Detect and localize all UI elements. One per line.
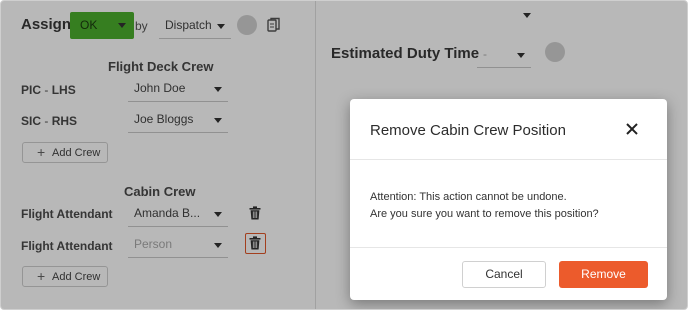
app-frame: Assign OK by Dispatch Estimated Duty Tim… bbox=[0, 0, 688, 310]
dialog-warning-line: Attention: This action cannot be undone. bbox=[370, 191, 567, 203]
dialog-divider bbox=[350, 247, 667, 248]
cancel-button[interactable]: Cancel bbox=[462, 261, 546, 288]
dialog-divider bbox=[350, 159, 667, 160]
dialog-title: Remove Cabin Crew Position bbox=[370, 122, 566, 139]
dialog-message: Attention: This action cannot be undone.… bbox=[370, 189, 655, 223]
remove-button[interactable]: Remove bbox=[559, 261, 648, 288]
remove-position-dialog: Remove Cabin Crew Position Attention: Th… bbox=[350, 99, 667, 300]
close-icon[interactable] bbox=[622, 119, 642, 139]
dialog-confirm-line: Are you sure you want to remove this pos… bbox=[370, 208, 599, 220]
